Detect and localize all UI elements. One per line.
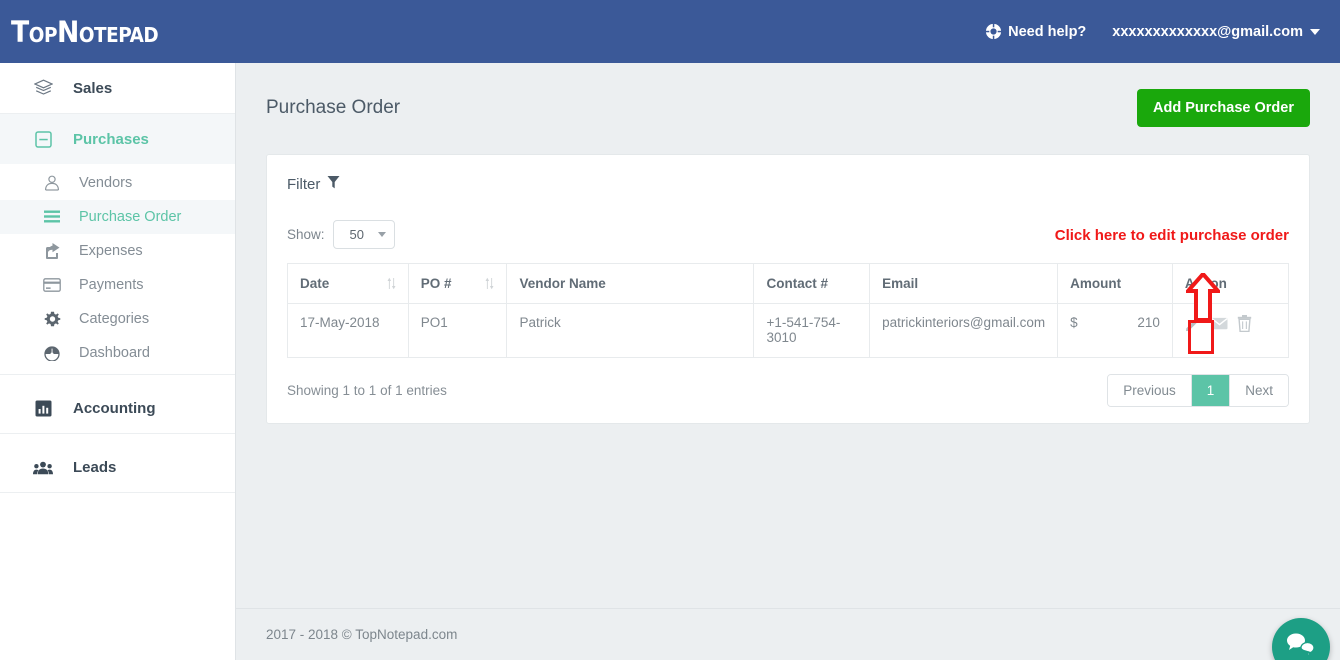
user-email-label: xxxxxxxxxxxxx@gmail.com xyxy=(1112,23,1303,40)
minus-square-icon xyxy=(33,130,53,148)
show-entries-value: 50 xyxy=(349,227,364,242)
filter-toggle[interactable]: Filter xyxy=(287,175,1289,194)
cell-email: patrickinteriors@gmail.com xyxy=(869,303,1059,358)
list-lines-icon xyxy=(42,209,62,225)
gear-icon xyxy=(42,311,62,328)
cell-contact: +1-541-754-3010 xyxy=(753,303,871,358)
top-header-bar: TopNotepad Need help? xxxxxxxxxxxxx@gmai xyxy=(0,0,1340,63)
page-footer: 2017 - 2018 © TopNotepad.com xyxy=(236,608,1340,660)
column-header-contact[interactable]: Contact # xyxy=(753,263,871,304)
caret-down-icon xyxy=(1310,28,1320,35)
users-group-icon xyxy=(33,460,53,475)
need-help-link[interactable]: Need help? xyxy=(985,23,1086,40)
annotation-arrow-icon xyxy=(1183,270,1223,322)
column-header-po[interactable]: PO # xyxy=(407,263,508,304)
sidebar-item-accounting[interactable]: Accounting xyxy=(0,383,235,433)
table-footer: Showing 1 to 1 of 1 entries Previous 1 N… xyxy=(287,374,1289,407)
main-content: Purchase Order Add Purchase Order Filter… xyxy=(236,63,1340,660)
pagination-previous[interactable]: Previous xyxy=(1108,375,1192,406)
sort-arrows-icon xyxy=(387,277,396,290)
sidebar-item-label: Payments xyxy=(79,277,144,293)
share-out-icon xyxy=(42,242,62,260)
chat-bubbles-icon xyxy=(1286,632,1316,660)
column-header-vendor[interactable]: Vendor Name xyxy=(506,263,755,304)
column-label: PO # xyxy=(420,276,452,291)
sidebar-item-vendors[interactable]: Vendors xyxy=(0,166,235,200)
show-entries-select[interactable]: 50 xyxy=(332,220,395,249)
sidebar-group-leads: Leads xyxy=(0,434,235,493)
sidebar-item-label: Dashboard xyxy=(79,345,150,361)
filter-label: Filter xyxy=(287,176,321,193)
purchase-order-table: Date PO # Vendor Name Contact # Email Am… xyxy=(287,263,1290,358)
show-label: Show: xyxy=(287,227,325,242)
sidebar-item-sales[interactable]: Sales xyxy=(0,63,235,113)
lifebuoy-icon xyxy=(985,23,1003,40)
pagination-next[interactable]: Next xyxy=(1230,375,1288,406)
page-header: Purchase Order Add Purchase Order xyxy=(236,63,1340,127)
chevron-down-icon xyxy=(377,232,386,237)
pagination: Previous 1 Next xyxy=(1107,374,1289,407)
speedometer-icon xyxy=(42,345,62,361)
cell-date: 17-May-2018 xyxy=(287,303,409,358)
sidebar-item-label: Vendors xyxy=(79,175,133,191)
sidebar-item-categories[interactable]: Categories xyxy=(0,302,235,336)
cell-vendor: Patrick xyxy=(506,303,755,358)
sidebar-item-label: Purchases xyxy=(73,130,149,148)
sidebar-item-purchase-order[interactable]: Purchase Order xyxy=(0,200,235,234)
cell-po: PO1 xyxy=(407,303,508,358)
sidebar-group-accounting: Accounting xyxy=(0,375,235,434)
sidebar-item-label: Categories xyxy=(79,311,150,327)
edit-button-highlight-box xyxy=(1188,320,1214,354)
table-header-row: Date PO # Vendor Name Contact # Email Am… xyxy=(287,263,1290,304)
sidebar-sublist-purchases: Vendors Purchase Order Expenses Payments… xyxy=(0,164,235,374)
amount-value: 210 xyxy=(1137,315,1160,330)
sidebar-group-purchases: Purchases Vendors Purchase Order Expense… xyxy=(0,114,235,375)
bar-chart-icon xyxy=(33,400,53,417)
header-right-group: Need help? xxxxxxxxxxxxx@gmail.com xyxy=(985,23,1340,40)
sidebar-item-label: Leads xyxy=(73,458,117,476)
pagination-page-1[interactable]: 1 xyxy=(1191,375,1231,406)
showing-entries-label: Showing 1 to 1 of 1 entries xyxy=(287,383,447,398)
vendor-user-icon xyxy=(42,174,62,192)
need-help-label: Need help? xyxy=(1008,23,1087,40)
sidebar-item-label: Purchase Order xyxy=(79,209,182,225)
add-purchase-order-button[interactable]: Add Purchase Order xyxy=(1136,89,1310,127)
sidebar-group-sales: Sales xyxy=(0,63,235,114)
user-account-menu[interactable]: xxxxxxxxxxxxx@gmail.com xyxy=(1112,24,1320,40)
page-title: Purchase Order xyxy=(266,97,401,118)
column-label: Date xyxy=(300,276,330,291)
table-body: 17-May-2018 PO1 Patrick +1-541-754-3010 … xyxy=(287,303,1290,358)
sidebar-item-label: Expenses xyxy=(79,243,143,259)
sidebar-item-expenses[interactable]: Expenses xyxy=(0,234,235,268)
sidebar-item-dashboard[interactable]: Dashboard xyxy=(0,336,235,370)
column-header-amount[interactable]: Amount xyxy=(1057,263,1173,304)
app-logo[interactable]: TopNotepad xyxy=(0,15,159,49)
edit-annotation-text: Click here to edit purchase order xyxy=(1054,227,1289,244)
purchase-order-card: Filter Show: 50 Click here to edit purch… xyxy=(266,154,1310,424)
table-head: Date PO # Vendor Name Contact # Email Am… xyxy=(287,263,1290,304)
copyright-label: 2017 - 2018 © TopNotepad.com xyxy=(266,627,458,642)
credit-card-icon xyxy=(42,278,62,292)
sidebar-item-payments[interactable]: Payments xyxy=(0,268,235,302)
delete-trash-icon[interactable] xyxy=(1237,315,1252,335)
funnel-icon xyxy=(327,175,340,194)
currency-symbol: $ xyxy=(1070,315,1078,330)
sidebar-item-label: Sales xyxy=(73,79,113,97)
column-header-email[interactable]: Email xyxy=(869,263,1059,304)
sort-arrows-icon xyxy=(485,277,494,290)
sidebar-nav: Sales Purchases Vendors Purchase Order E… xyxy=(0,63,236,660)
app-window: TopNotepad Need help? xxxxxxxxxxxxx@gmai xyxy=(0,0,1340,660)
sidebar-item-purchases[interactable]: Purchases xyxy=(0,114,235,164)
sidebar-item-label: Accounting xyxy=(73,399,156,417)
layers-icon xyxy=(33,79,53,98)
column-header-date[interactable]: Date xyxy=(287,263,409,304)
sidebar-item-leads[interactable]: Leads xyxy=(0,442,235,492)
cell-amount: $ 210 xyxy=(1057,303,1173,358)
table-row: 17-May-2018 PO1 Patrick +1-541-754-3010 … xyxy=(287,303,1290,358)
